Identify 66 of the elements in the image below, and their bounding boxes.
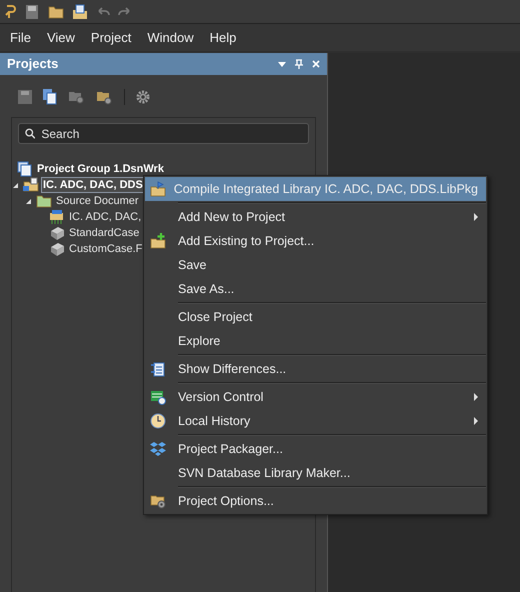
menu-entry[interactable]: Local History xyxy=(145,409,486,433)
save-all-icon[interactable] xyxy=(24,4,40,20)
search-input[interactable]: Search xyxy=(41,124,302,142)
menu-entry[interactable]: Project Packager... xyxy=(145,437,486,461)
chip-folder-icon xyxy=(23,177,39,193)
tree-item[interactable]: CustomCase.F xyxy=(67,241,144,257)
menu-item[interactable]: Help xyxy=(202,28,244,48)
menu-label: Save As... xyxy=(178,280,236,298)
menu-entry[interactable]: Add New to Project xyxy=(145,205,486,229)
collapse-arrow-icon[interactable] xyxy=(13,182,18,188)
sheet-clock-icon xyxy=(150,389,166,405)
menu-label: Project Options... xyxy=(178,492,275,510)
dropdown-icon[interactable] xyxy=(278,62,286,66)
folder-search-icon[interactable] xyxy=(68,90,85,104)
menu-entry[interactable]: Save As... xyxy=(145,277,486,301)
tree-item[interactable]: StandardCase xyxy=(67,225,142,241)
menu-label: Local History xyxy=(178,412,252,430)
package-icon xyxy=(49,225,65,241)
menu-entry[interactable]: SVN Database Library Maker... xyxy=(145,461,486,485)
open-document-icon[interactable] xyxy=(72,4,88,20)
panel-title: Projects xyxy=(7,55,60,74)
folder-gear-icon xyxy=(150,493,166,509)
settings-icon[interactable] xyxy=(136,90,150,104)
open-folder-icon xyxy=(48,4,64,18)
menu-entry[interactable]: Save xyxy=(145,253,486,277)
folder-plus-icon xyxy=(150,233,166,249)
menu-label: Version Control xyxy=(178,388,264,406)
folder-flag-icon xyxy=(150,181,166,197)
chip-icon xyxy=(49,209,65,225)
menu-label: Add Existing to Project... xyxy=(178,232,316,250)
menu-label: Project Packager... xyxy=(178,440,284,458)
menu-entry[interactable]: Close Project xyxy=(145,305,486,329)
folder-gear-icon[interactable] xyxy=(96,90,113,104)
menu-label: Add New to Project xyxy=(178,208,286,226)
package-icon xyxy=(49,241,65,257)
menu-label: Save xyxy=(178,256,208,274)
menu-item[interactable]: View xyxy=(38,28,83,48)
collapse-arrow-icon[interactable] xyxy=(26,198,31,204)
logo-icon xyxy=(4,4,16,20)
menu-label: SVN Database Library Maker... xyxy=(178,464,352,482)
tree-item[interactable]: Source Documer xyxy=(54,193,141,209)
search-field[interactable]: Search xyxy=(18,123,309,144)
menu-entry[interactable]: Project Options... xyxy=(145,489,486,513)
search-icon xyxy=(25,128,36,139)
document-arrows-icon xyxy=(150,361,166,377)
menu-item[interactable]: File xyxy=(2,28,39,48)
menu-item[interactable]: Window xyxy=(139,28,202,48)
documents-icon[interactable] xyxy=(43,89,57,105)
boxes-icon xyxy=(150,441,166,457)
tree-item[interactable]: IC. ADC, DAC, xyxy=(67,209,144,225)
menu-entry[interactable]: Add Existing to Project... xyxy=(145,229,486,253)
menu-label: Explore xyxy=(178,332,222,350)
clock-icon xyxy=(150,413,166,429)
pin-icon[interactable] xyxy=(295,59,303,69)
menu-label: Show Differences... xyxy=(178,360,288,378)
menu-entry[interactable]: Explore xyxy=(145,329,486,353)
tree-item[interactable]: Project Group 1.DsnWrk xyxy=(35,161,166,177)
folder-icon xyxy=(36,194,52,208)
menu-item[interactable]: Project xyxy=(82,28,140,48)
close-icon[interactable] xyxy=(312,60,320,68)
redo-icon[interactable] xyxy=(118,6,132,18)
undo-icon[interactable] xyxy=(96,6,110,18)
stacked-documents-icon xyxy=(17,161,33,177)
menu-label: Close Project xyxy=(178,308,254,326)
menu-entry[interactable]: Version Control xyxy=(145,385,486,409)
menu-entry[interactable]: Show Differences... xyxy=(145,357,486,381)
